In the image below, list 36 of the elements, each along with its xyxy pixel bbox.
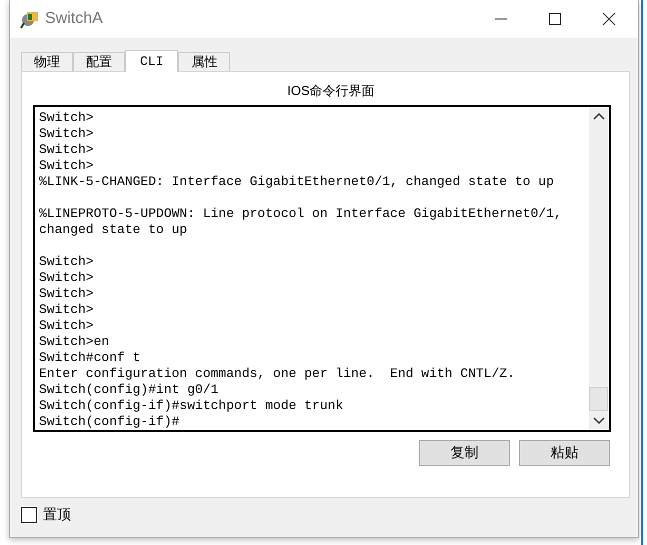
tab[interactable]: 物理: [21, 52, 73, 71]
terminal-line: Switch>: [39, 158, 95, 174]
tab[interactable]: 配置: [73, 52, 125, 71]
action-button[interactable]: 粘贴: [519, 440, 610, 466]
terminal-line: Switch>en: [39, 334, 110, 350]
app-icon: [20, 9, 40, 29]
terminal-line: Switch>: [39, 302, 95, 318]
terminal-line: Switch>: [39, 126, 95, 142]
terminal-line: Switch>: [39, 286, 95, 302]
scroll-up-icon[interactable]: [592, 112, 604, 122]
tab[interactable]: CLI: [125, 50, 178, 72]
terminal-line: Switch#conf t: [39, 350, 142, 366]
terminal-line: %LINEPROTO-5-UPDOWN: Line protocol on Interface GigabitEthernet0/1,: [39, 206, 563, 222]
terminal-line: Switch>: [39, 270, 95, 286]
panel-title: IOS命令行界面: [286, 82, 376, 100]
checkbox[interactable]: [21, 507, 37, 523]
tab[interactable]: 属性: [178, 52, 230, 71]
terminal-line: Switch>: [39, 110, 95, 126]
action-button[interactable]: 复制: [419, 440, 510, 466]
terminal-line: Enter configuration commands, one per line. End with CNTL/Z.: [39, 366, 516, 382]
terminal-line: Switch(config)#int g0/1: [39, 382, 220, 398]
window-title: SwitchA: [45, 10, 103, 28]
terminal-line: Switch(config-if)#switchport mode trunk: [39, 398, 344, 414]
scrollbar[interactable]: [589, 108, 608, 429]
terminal-line: Switch>: [39, 254, 95, 270]
scroll-thumb[interactable]: [589, 387, 608, 411]
maximize-icon[interactable]: [548, 12, 562, 26]
close-icon[interactable]: [602, 12, 616, 26]
terminal-line: Switch(config-if)#: [39, 414, 180, 430]
terminal-line: %LINK-5-CHANGED: Interface GigabitEthernet0/1, changed state to up: [39, 174, 555, 190]
terminal-line: Switch>: [39, 318, 95, 334]
checkbox-label[interactable]: 置顶: [43, 506, 71, 524]
scroll-down-icon[interactable]: [592, 415, 604, 425]
terminal-line: Switch>: [39, 142, 95, 158]
terminal-line: changed state to up: [39, 222, 188, 238]
terminal[interactable]: [33, 105, 611, 432]
